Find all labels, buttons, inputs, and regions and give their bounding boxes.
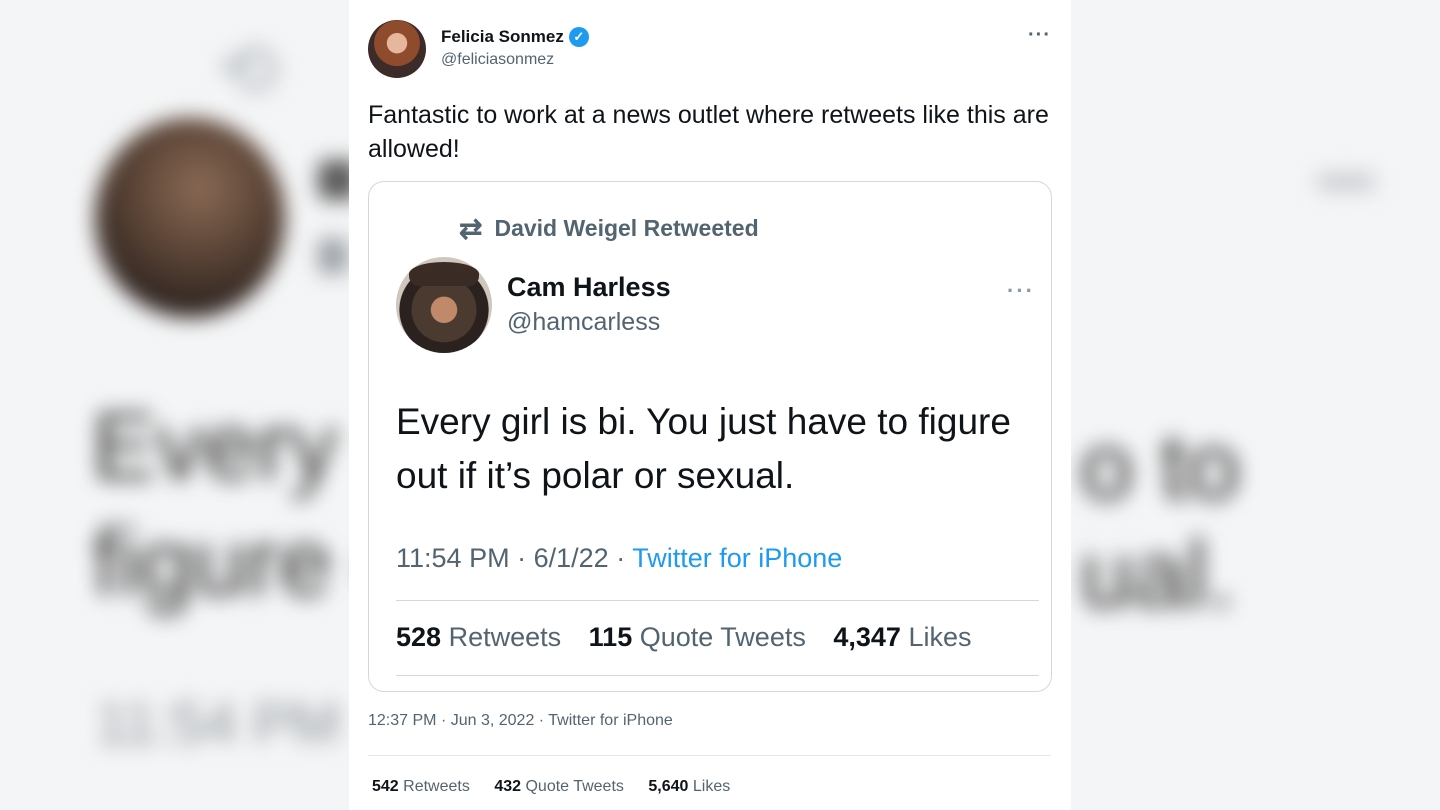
author-name[interactable]: Felicia Sonmez (441, 27, 564, 47)
quoted-author-name[interactable]: Cam Harless (507, 272, 671, 303)
quotes-stat[interactable]: 432 Quote Tweets (494, 778, 624, 795)
retweets-label: Retweets (403, 778, 470, 795)
quoted-likes-stat[interactable]: 4,347 Likes (833, 622, 971, 652)
quoted-quotes-label: Quote Tweets (639, 622, 806, 652)
tweet-meta: 12:37 PM · Jun 3, 2022 · Twitter for iPh… (368, 712, 673, 730)
retweet-context: ⇄ David Weigel Retweeted (459, 212, 759, 245)
quoted-quotes-stat[interactable]: 115 Quote Tweets (589, 622, 806, 652)
quoted-tweet-meta: 11:54 PM · 6/1/22 · Twitter for iPhone (396, 543, 842, 574)
quoted-retweets-label: Retweets (448, 622, 562, 652)
author-name-row: Felicia Sonmez ✓ (441, 27, 589, 47)
likes-stat[interactable]: 5,640 Likes (648, 778, 730, 795)
likes-label: Likes (692, 778, 731, 795)
embedded-tweet[interactable]: ⇄ David Weigel Retweeted Cam Harless @ha… (368, 181, 1052, 692)
author-handle[interactable]: @feliciasonmez (441, 51, 554, 69)
tweet-text-blurred-right1: o to (1080, 413, 1241, 520)
quoted-time[interactable]: 11:54 PM (396, 543, 510, 573)
quoted-stats: 528 Retweets 115 Quote Tweets 4,347 Like… (396, 622, 971, 653)
handle-blurred (318, 238, 348, 274)
retweets-stat[interactable]: 542 Retweets (372, 778, 470, 795)
quoted-date[interactable]: 6/1/22 (534, 543, 609, 573)
quoted-likes-label: Likes (908, 622, 972, 652)
avatar[interactable] (368, 20, 426, 78)
separator: · (616, 543, 633, 573)
retweet-icon: ⇄ (459, 213, 483, 244)
separator: · (517, 543, 534, 573)
separator: · (440, 712, 451, 729)
quoted-avatar-hat (409, 262, 479, 286)
divider (396, 675, 1039, 676)
avatar-blurred (95, 118, 285, 318)
retweeted-by-label[interactable]: David Weigel Retweeted (494, 215, 758, 242)
retweet-icon-blurred: ⟲ (218, 31, 279, 111)
tweet-stats: 542 Retweets 432 Quote Tweets 5,640 Like… (372, 778, 730, 796)
retweets-count: 542 (372, 778, 399, 795)
tweet-time[interactable]: 12:37 PM (368, 712, 436, 729)
quotes-label: Quote Tweets (525, 778, 624, 795)
tweet-card: Felicia Sonmez ✓ @feliciasonmez ··· Fant… (349, 0, 1071, 810)
more-icon-blurred (1316, 174, 1376, 190)
tweet-date[interactable]: Jun 3, 2022 (451, 712, 535, 729)
timestamp-blurred: 11:54 PM (96, 691, 340, 756)
quotes-count: 432 (494, 778, 522, 795)
more-options-icon[interactable]: ··· (1028, 24, 1051, 47)
quoted-author-handle[interactable]: @hamcarless (507, 308, 660, 337)
quoted-retweets-count: 528 (396, 622, 442, 652)
divider (368, 755, 1051, 756)
quoted-tweet-text: Every girl is bi. You just have to figur… (396, 401, 1011, 496)
divider (396, 600, 1039, 601)
quoted-source-link[interactable]: Twitter for iPhone (632, 543, 842, 573)
tweet-text: Fantastic to work at a news outlet where… (368, 101, 1049, 163)
quoted-more-options-icon[interactable]: ··· (1007, 278, 1035, 304)
quoted-likes-count: 4,347 (833, 622, 901, 652)
tweet-text-blurred-right2: ual. (1080, 521, 1235, 628)
likes-count: 5,640 (648, 778, 689, 795)
tweet-header: Felicia Sonmez ✓ @feliciasonmez ··· (368, 20, 1051, 80)
separator: · (538, 712, 549, 729)
quoted-quotes-count: 115 (588, 622, 633, 652)
tweet-source-link[interactable]: Twitter for iPhone (548, 712, 673, 729)
verified-badge-icon: ✓ (568, 27, 589, 47)
quoted-retweets-stat[interactable]: 528 Retweets (396, 622, 561, 652)
